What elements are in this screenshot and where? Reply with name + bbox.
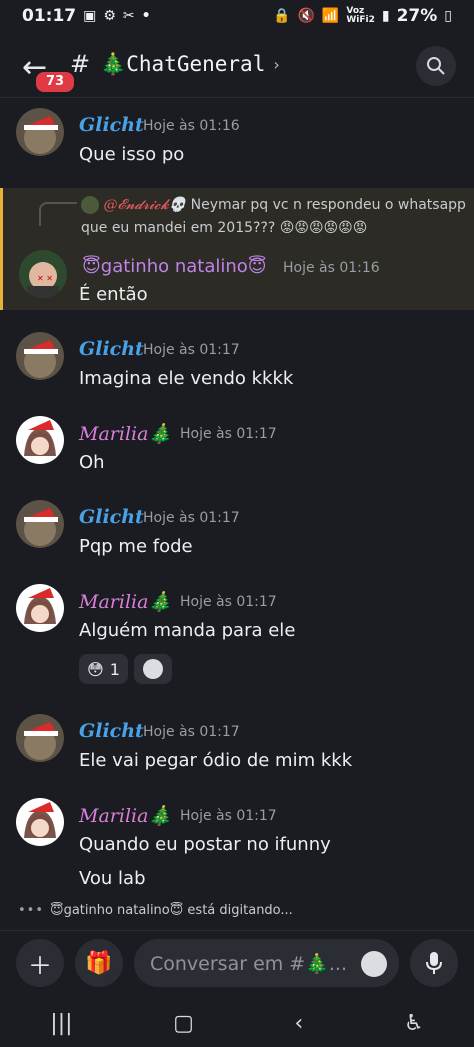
message-text: Quando eu postar no ifunny bbox=[79, 834, 331, 855]
channel-name: 🎄ChatGeneral bbox=[100, 51, 266, 76]
message-text: Alguém manda para ele bbox=[79, 620, 296, 641]
home-icon[interactable]: ▢ bbox=[173, 1011, 194, 1036]
author-name[interactable]: Glicht bbox=[79, 720, 144, 742]
reply-message-highlight[interactable]: @𝓔𝓷𝓭𝓻𝓲𝓬𝓴💀 Neymar pq vc n respondeu o wha… bbox=[0, 188, 474, 310]
search-button[interactable] bbox=[416, 46, 456, 86]
dot-icon: • bbox=[141, 8, 151, 24]
message-text: É então bbox=[79, 284, 148, 305]
add-reaction-button[interactable] bbox=[133, 654, 172, 684]
message-text: Ele vai pegar ódio de mim kkk bbox=[79, 750, 353, 771]
gift-button[interactable]: 🎁 bbox=[75, 939, 123, 987]
message-text: Imagina ele vendo kkkk bbox=[79, 368, 294, 389]
timestamp: Hoje às 01:16 bbox=[283, 260, 380, 276]
reply-emoji: 😡😡😡😡😡😡 bbox=[279, 220, 368, 236]
reaction-emoji: 😳 bbox=[87, 659, 104, 679]
timestamp: Hoje às 01:17 bbox=[180, 426, 277, 442]
avatar-glicht[interactable] bbox=[16, 332, 64, 380]
message-text: Que isso po bbox=[79, 144, 185, 165]
voice-message-button[interactable] bbox=[410, 939, 458, 987]
svg-text:✕ ✕: ✕ ✕ bbox=[37, 274, 53, 283]
author-name[interactable]: Marilia🎄 bbox=[79, 422, 172, 445]
plus-icon: ＋ bbox=[28, 951, 52, 980]
back-nav-icon[interactable]: ‹ bbox=[295, 1011, 304, 1036]
message-text: Oh bbox=[79, 452, 105, 473]
microphone-icon bbox=[426, 952, 442, 974]
add-attachment-button[interactable]: ＋ bbox=[16, 939, 64, 987]
mute-icon: 🔇 bbox=[297, 8, 315, 24]
message-text: Vou lab bbox=[79, 868, 146, 889]
typing-dots-icon: ••• bbox=[18, 903, 45, 918]
message-input[interactable]: Conversar em #🎄... bbox=[134, 939, 399, 987]
clock: 01:17 bbox=[22, 6, 77, 26]
timestamp: Hoje às 01:16 bbox=[143, 118, 240, 134]
reactions: 😳 1 bbox=[79, 654, 172, 684]
hash-icon: # bbox=[70, 50, 91, 78]
image-icon: ▣ bbox=[83, 8, 97, 24]
avatar-glicht[interactable] bbox=[16, 500, 64, 548]
typing-text: 😇gatinho natalino😇 está digitando... bbox=[50, 903, 293, 918]
reply-author: @𝓔𝓷𝓭𝓻𝓲𝓬𝓴💀 bbox=[103, 197, 187, 213]
timestamp: Hoje às 01:17 bbox=[143, 510, 240, 526]
lock-icon: 🔒 bbox=[273, 8, 291, 24]
typing-indicator: ••• 😇gatinho natalino😇 está digitando... bbox=[18, 903, 293, 918]
reaction-count: 1 bbox=[109, 659, 120, 679]
emoji-picker-icon[interactable] bbox=[361, 951, 387, 977]
avatar-gatinho[interactable]: ✕ ✕ bbox=[19, 250, 67, 298]
timestamp: Hoje às 01:17 bbox=[180, 808, 277, 824]
search-icon bbox=[427, 57, 445, 75]
add-reaction-icon bbox=[142, 659, 163, 679]
gift-icon: 🎁 bbox=[85, 950, 113, 976]
volte-label: Voz WiFi2 bbox=[346, 6, 375, 25]
avatar-glicht[interactable] bbox=[16, 108, 64, 156]
capcut-icon: ✂ bbox=[122, 8, 135, 24]
gear-icon: ⚙ bbox=[103, 8, 116, 24]
avatar-marilia[interactable] bbox=[16, 584, 64, 632]
message-text: Pqp me fode bbox=[79, 536, 193, 557]
avatar-marilia[interactable] bbox=[16, 416, 64, 464]
author-name[interactable]: Glicht bbox=[79, 338, 144, 360]
timestamp: Hoje às 01:17 bbox=[143, 724, 240, 740]
battery-icon: ▯ bbox=[444, 8, 452, 24]
system-nav-bar: ||| ▢ ‹ ♿ bbox=[0, 1000, 474, 1047]
avatar-glicht[interactable] bbox=[16, 714, 64, 762]
message-list[interactable]: Glicht Hoje às 01:16 Que isso po @𝓔𝓷𝓭𝓻𝓲𝓬… bbox=[0, 100, 474, 900]
status-bar: 01:17 ▣ ⚙ ✂ • 🔒 🔇 📶 Voz WiFi2 ▮ 27% ▯ bbox=[0, 0, 474, 32]
reaction-chip[interactable]: 😳 1 bbox=[79, 654, 128, 684]
wifi-icon: 📶 bbox=[321, 8, 340, 24]
author-name[interactable]: Glicht bbox=[79, 114, 144, 136]
author-name[interactable]: 😇gatinho natalino😇 bbox=[82, 256, 267, 277]
message-composer: ＋ 🎁 Conversar em #🎄... bbox=[0, 930, 474, 1000]
timestamp: Hoje às 01:17 bbox=[143, 342, 240, 358]
signal-icon: ▮ bbox=[381, 8, 390, 24]
battery-text: 27% bbox=[396, 6, 438, 26]
chevron-right-icon: › bbox=[273, 54, 280, 74]
author-name[interactable]: Marilia🎄 bbox=[79, 590, 172, 613]
back-button[interactable]: ← 73 bbox=[18, 48, 76, 94]
accessibility-icon[interactable]: ♿ bbox=[404, 1011, 424, 1036]
reply-avatar bbox=[81, 196, 99, 214]
author-name[interactable]: Glicht bbox=[79, 506, 144, 528]
timestamp: Hoje às 01:17 bbox=[180, 594, 277, 610]
reply-preview[interactable]: @𝓔𝓷𝓭𝓻𝓲𝓬𝓴💀 Neymar pq vc n respondeu o wha… bbox=[81, 194, 466, 240]
author-name[interactable]: Marilia🎄 bbox=[79, 804, 172, 827]
channel-title[interactable]: # 🎄ChatGeneral › bbox=[70, 50, 280, 78]
reply-connector bbox=[39, 202, 77, 226]
message-placeholder: Conversar em #🎄... bbox=[150, 953, 348, 975]
channel-header: ← 73 # 🎄ChatGeneral › bbox=[0, 34, 474, 98]
avatar-marilia[interactable] bbox=[16, 798, 64, 846]
recent-apps-icon[interactable]: ||| bbox=[50, 1011, 72, 1036]
